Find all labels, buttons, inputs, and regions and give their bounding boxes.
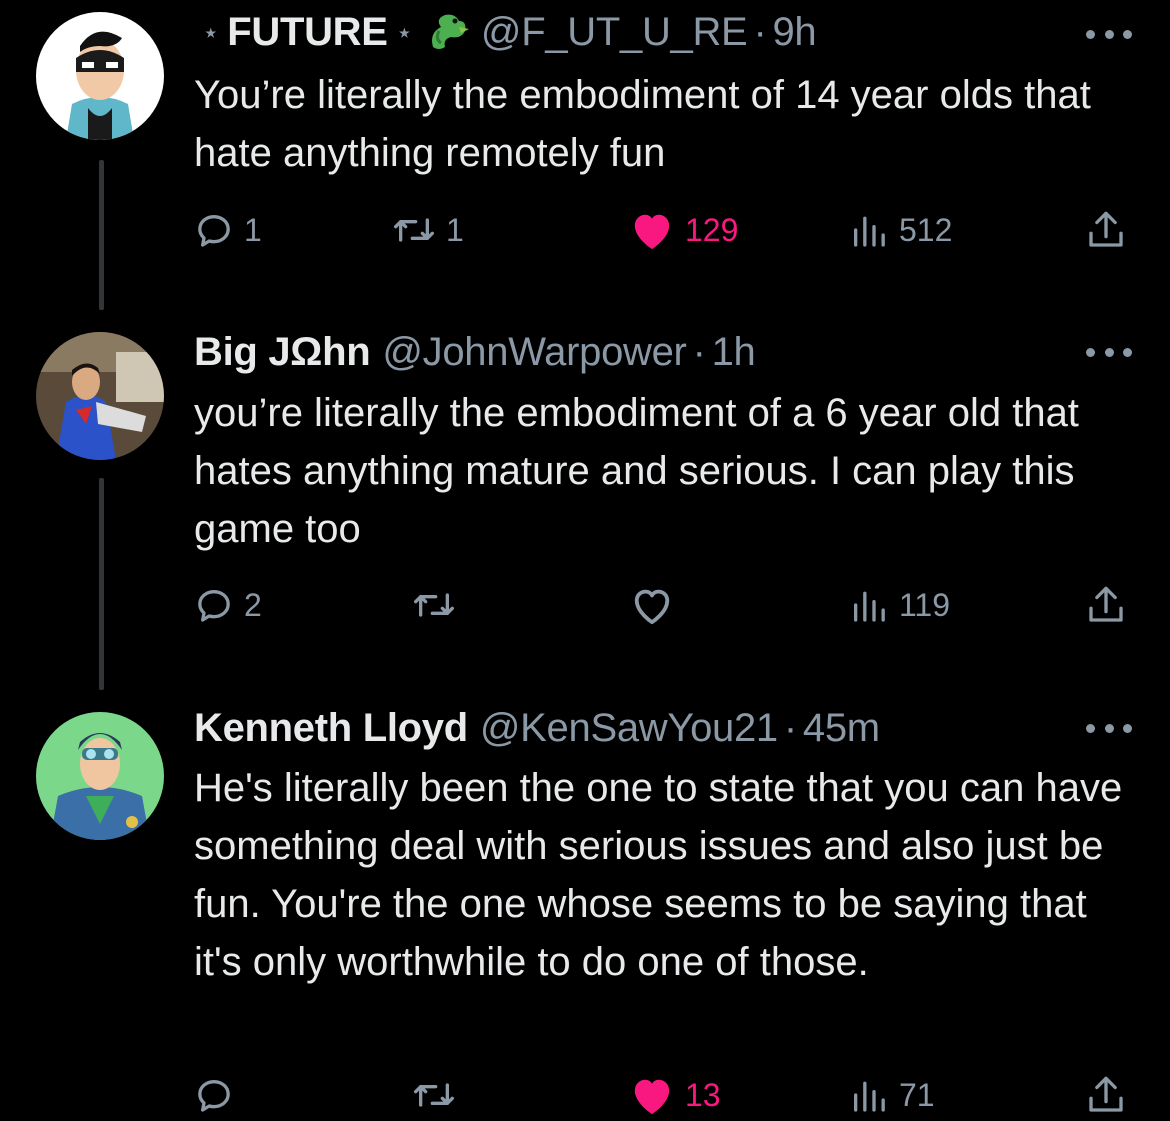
share-icon [1089,1076,1123,1112]
user-handle[interactable]: @JohnWarpower [382,330,687,375]
views-icon [854,591,885,622]
reply-icon [198,590,230,622]
more-icon[interactable] [1086,24,1132,44]
avatar[interactable] [36,12,164,140]
like-button[interactable] [629,580,685,630]
views-icon [854,1081,885,1112]
more-icon[interactable] [1086,342,1132,362]
share-button[interactable] [1086,205,1126,255]
share-icon [1089,211,1123,247]
like-count: 129 [685,211,739,248]
tweet[interactable]: Kenneth Lloyd @KenSawYou21 · 45m He's li… [0,696,1170,1121]
heart-icon [634,589,670,625]
user-handle[interactable]: @KenSawYou21 [480,706,778,751]
separator: · [692,329,706,374]
reply-button[interactable] [194,1070,244,1120]
more-icon[interactable] [1086,718,1132,738]
action-bar: 1 1 129 512 [194,205,1134,255]
tweet-header: Kenneth Lloyd @KenSawYou21 · 45m [194,698,880,758]
action-bar: 2 119 [194,580,1134,630]
display-name[interactable]: FUTURE [227,10,388,55]
tweet-header: Big JΩhn @JohnWarpower · 1h [194,322,756,382]
timestamp[interactable]: 45m [803,706,880,751]
views-count: 71 [899,1076,935,1113]
views-button[interactable]: 71 [849,1070,935,1120]
separator: · [753,9,767,54]
views-icon [854,216,885,247]
retweet-icon [413,593,454,617]
reply-icon [198,215,230,247]
like-count: 13 [685,1076,721,1113]
retweet-icon [413,1083,454,1107]
separator: · [783,705,797,750]
retweet-button[interactable] [412,580,466,630]
decorative-star: ⋆ [395,16,414,48]
display-name[interactable]: Kenneth Lloyd [194,706,468,751]
action-bar: 13 71 [194,1070,1134,1120]
tweet-text: He's literally been the one to state tha… [194,766,1123,984]
tweet-header: ⋆ FUTURE ⋆ @F_UT_U_RE · 9h [194,2,817,62]
share-button[interactable] [1086,580,1126,630]
reply-button[interactable]: 1 [194,205,262,255]
avatar[interactable] [36,712,164,840]
views-count: 512 [899,211,953,248]
views-button[interactable]: 119 [849,580,950,630]
tweet-text: you’re literally the embodiment of a 6 y… [194,391,1079,551]
tweet-text: You’re literally the embodiment of 14 ye… [194,73,1091,175]
reply-count: 2 [244,586,262,623]
share-button[interactable] [1086,1070,1126,1120]
user-handle[interactable]: @F_UT_U_RE [481,10,748,55]
timestamp[interactable]: 9h [772,10,816,55]
retweet-button[interactable]: 1 [392,205,464,255]
views-button[interactable]: 512 [849,205,952,255]
heart-icon [634,214,670,250]
retweet-button[interactable] [412,1070,466,1120]
share-icon [1089,586,1123,622]
like-button[interactable]: 13 [629,1070,721,1120]
like-button[interactable]: 129 [629,205,738,255]
decorative-star: ⋆ [202,16,220,48]
tweet[interactable]: ⋆ FUTURE ⋆ @F_UT_U_RE · 9h You’re litera… [0,0,1170,300]
timestamp[interactable]: 1h [712,330,756,375]
avatar[interactable] [36,332,164,460]
reply-count: 1 [244,211,262,248]
tweet[interactable]: Big JΩhn @JohnWarpower · 1h you’re liter… [0,322,1170,652]
display-name[interactable]: Big JΩhn [194,330,371,375]
retweet-icon [393,218,434,242]
dragon-emoji-icon [425,9,471,55]
reply-button[interactable]: 2 [194,580,262,630]
reply-icon [198,1080,230,1112]
heart-icon [634,1079,670,1115]
retweet-count: 1 [446,211,464,248]
views-count: 119 [899,586,951,623]
